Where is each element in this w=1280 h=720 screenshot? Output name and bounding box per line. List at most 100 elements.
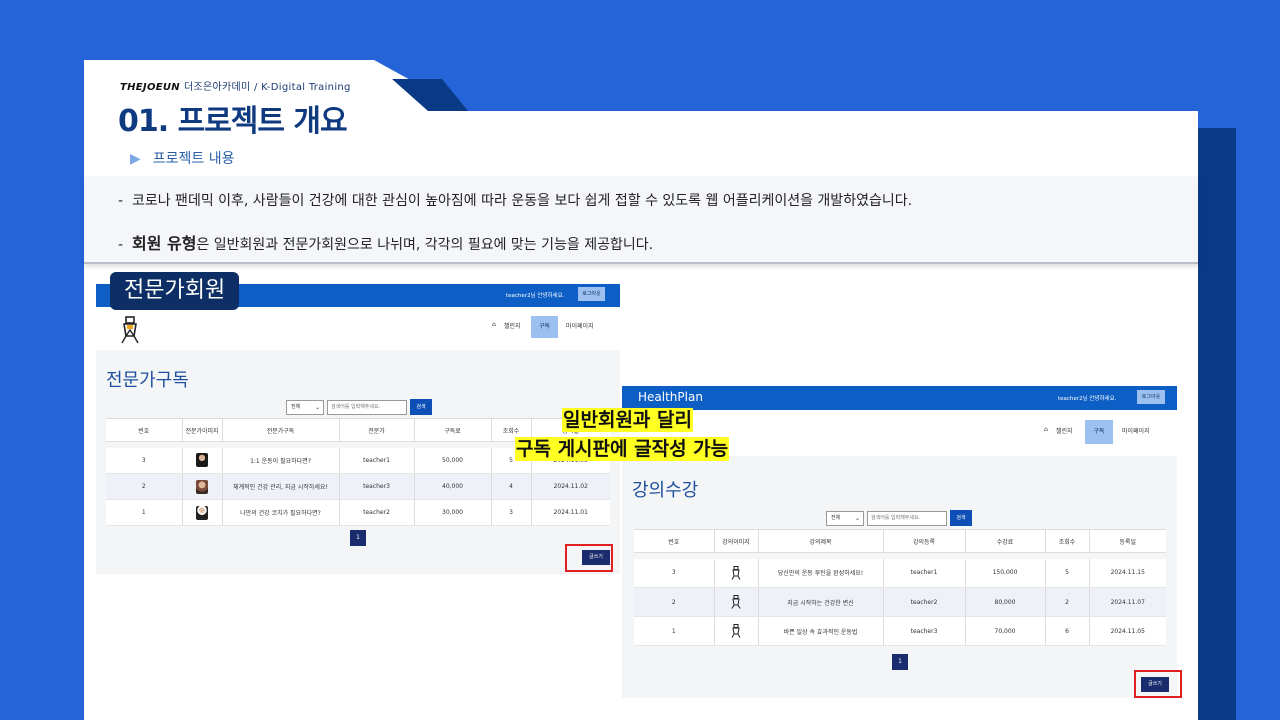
- cell-views: 6: [1044, 616, 1089, 646]
- column-header: 강의등록: [882, 529, 965, 553]
- bullet-2-text: 은 일반회원과 전문가회원으로 나뉘며, 각각의 필요에 맞는 기능을 제공합니…: [196, 237, 654, 253]
- slide-title: 01. 프로젝트 개요: [118, 104, 348, 139]
- column-header: 조회수: [1044, 529, 1089, 553]
- expert-avatar: [196, 479, 208, 494]
- brand-logo: THEJOEUN: [120, 82, 180, 93]
- cell-expert: teacher2: [338, 499, 414, 526]
- nav-subscribe[interactable]: 구독: [531, 316, 558, 338]
- highlight-box-expert-write: [565, 544, 613, 572]
- expert-avatar: [196, 505, 208, 520]
- page-title: 전문가구독: [106, 370, 189, 391]
- cell-title[interactable]: 바쁜 일상 속 효과적인 운동법: [757, 616, 883, 646]
- cell-image: [713, 558, 758, 588]
- logout-button[interactable]: 로그아웃: [1137, 390, 1165, 404]
- lecture-thumbnail-icon: [731, 624, 741, 638]
- cell-fee: 150,000: [964, 558, 1045, 588]
- cell-no: 1: [106, 499, 182, 526]
- cell-image: [181, 447, 222, 474]
- cell-views: 2: [1044, 587, 1089, 617]
- cell-fee: 70,000: [964, 616, 1045, 646]
- cell-no: 2: [634, 587, 714, 617]
- cell-fee: 50,000: [413, 447, 491, 474]
- search-button[interactable]: 검색: [410, 399, 432, 415]
- cell-image: [181, 473, 222, 500]
- lecture-table: 번호 강의이미지 강의제목 강의등록 수강료 조회수 등록일 3 당신만의 운동…: [634, 529, 1166, 646]
- table-row[interactable]: 1 바쁜 일상 속 효과적인 운동법 teacher3 70,000 6 202…: [634, 616, 1166, 646]
- table-row[interactable]: 2 지금 시작하는 건강한 변신 teacher2 80,000 2 2024.…: [634, 587, 1166, 617]
- highlight-box-general-write: [1134, 670, 1182, 698]
- cell-teacher: teacher2: [882, 587, 965, 617]
- table-row[interactable]: 3 당신만의 운동 루틴을 완성하세요! teacher1 150,000 5 …: [634, 558, 1166, 588]
- category-select[interactable]: 전체 ⌄: [286, 399, 324, 415]
- nav-challenge[interactable]: 챌린지: [504, 321, 521, 330]
- subscription-table: 번호 전문가이미지 전문가구독 전문가 구독료 조회수 등록일 3 1:1 운동…: [106, 418, 610, 526]
- cell-fee: 40,000: [413, 473, 491, 500]
- category-select[interactable]: 전체 ⌄: [826, 510, 864, 526]
- logout-button[interactable]: 로그아웃: [578, 287, 605, 301]
- app-name[interactable]: HealthPlan: [638, 390, 703, 404]
- page-title: 강의수강: [632, 480, 699, 501]
- cell-title[interactable]: 1:1 운동이 필요하다면?: [221, 447, 339, 474]
- greeting-text: teacher2님 안녕하세요.: [1058, 396, 1117, 402]
- cell-fee: 80,000: [964, 587, 1045, 617]
- home-icon[interactable]: ⌂: [1044, 426, 1048, 433]
- column-header: 전문가: [338, 418, 414, 442]
- select-value: 전체: [831, 514, 841, 521]
- cell-date: 2024.11.05: [1088, 616, 1166, 646]
- logo-icon[interactable]: [118, 316, 142, 344]
- home-icon[interactable]: ⌂: [492, 321, 496, 328]
- expert-avatar: [196, 453, 208, 468]
- cell-image: [181, 499, 222, 526]
- cell-date: 2024.11.02: [530, 473, 610, 500]
- nav-challenge[interactable]: 챌린지: [1056, 426, 1073, 435]
- expert-member-label: 전문가회원: [110, 272, 240, 310]
- column-header: 수강료: [964, 529, 1045, 553]
- callout-line-2: 구독 게시판에 글작성 가능: [515, 437, 730, 461]
- cell-image: [713, 587, 758, 617]
- lecture-thumbnail-icon: [731, 565, 741, 580]
- column-header: 전문가이미지: [181, 418, 222, 442]
- search-input[interactable]: 검색어를 입력해주세요.: [867, 510, 947, 526]
- slide-subtitle: ▶ 프로젝트 내용: [130, 148, 235, 168]
- bullet-2-bold: 회원 유형: [131, 234, 197, 253]
- cell-date: 2024.11.07: [1088, 587, 1166, 617]
- search-input[interactable]: 검색어를 입력해주세요.: [327, 399, 407, 415]
- bullet-1: - 코로나 팬데믹 이후, 사람들이 건강에 대한 관심이 높아짐에 따라 운동…: [118, 190, 912, 210]
- cell-fee: 30,000: [413, 499, 491, 526]
- cell-teacher: teacher3: [882, 616, 965, 646]
- cell-views: 5: [1044, 558, 1089, 588]
- cell-no: 3: [634, 558, 714, 588]
- cell-expert: teacher1: [338, 447, 414, 474]
- table-row[interactable]: 1 나만의 건강 코치가 필요하다면? teacher2 30,000 3 20…: [106, 499, 610, 526]
- cell-image: [713, 616, 758, 646]
- nav-mypage[interactable]: 마이페이지: [1122, 426, 1150, 435]
- cell-title[interactable]: 체계적인 건강 관리, 지금 시작하세요!: [221, 473, 339, 500]
- cell-title[interactable]: 지금 시작하는 건강한 변신: [757, 587, 883, 617]
- nav-mypage[interactable]: 마이페이지: [566, 321, 594, 330]
- table-header: 번호 강의이미지 강의제목 강의등록 수강료 조회수 등록일: [634, 529, 1166, 553]
- cell-date: 2024.11.01: [530, 499, 610, 526]
- pagination-page-1[interactable]: 1: [892, 654, 908, 670]
- general-mock-page: HealthPlan teacher2님 안녕하세요. 로그아웃 ⌂ 챌린지 구…: [622, 386, 1177, 698]
- bullet-dash: -: [118, 237, 124, 253]
- cell-views: 4: [490, 473, 531, 500]
- nav-subscribe[interactable]: 구독: [1085, 420, 1113, 444]
- expert-mock-page: teacher2님 안녕하세요. 로그아웃 ⌂ 챌린지 구독 마이페이지 전문가…: [96, 284, 620, 574]
- table-row[interactable]: 2 체계적인 건강 관리, 지금 시작하세요! teacher3 40,000 …: [106, 473, 610, 500]
- chevron-down-icon: ⌄: [854, 514, 860, 522]
- column-header: 구독료: [413, 418, 491, 442]
- column-header: 번호: [634, 529, 714, 553]
- cell-date: 2024.11.15: [1088, 558, 1166, 588]
- cell-views: 3: [490, 499, 531, 526]
- pagination-page-1[interactable]: 1: [350, 530, 366, 546]
- subtitle-text: 프로젝트 내용: [152, 151, 235, 167]
- lecture-thumbnail-icon: [731, 595, 741, 609]
- column-header: 번호: [106, 418, 182, 442]
- cell-no: 2: [106, 473, 182, 500]
- callout-line-1: 일반회원과 달리: [562, 408, 693, 432]
- cell-teacher: teacher1: [882, 558, 965, 588]
- search-button[interactable]: 검색: [950, 510, 972, 526]
- cell-title[interactable]: 당신만의 운동 루틴을 완성하세요!: [757, 558, 883, 588]
- cell-title[interactable]: 나만의 건강 코치가 필요하다면?: [221, 499, 339, 526]
- column-header: 강의제목: [757, 529, 883, 553]
